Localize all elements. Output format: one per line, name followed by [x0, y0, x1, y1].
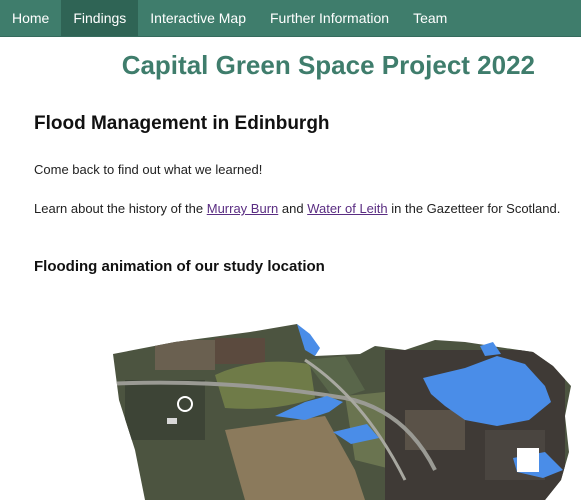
gazetteer-suffix-text: in the Gazetteer for Scotland.	[387, 201, 561, 216]
gazetteer-prefix-text: Learn about the history of the	[34, 201, 207, 216]
top-navbar: Home Findings Interactive Map Further In…	[0, 0, 581, 37]
nav-further-information[interactable]: Further Information	[258, 0, 401, 36]
flood-animation-map	[113, 324, 571, 500]
page-heading: Flood Management in Edinburgh	[34, 113, 330, 134]
animation-heading: Flooding animation of our study location	[34, 258, 325, 275]
murray-burn-link[interactable]: Murray Burn	[207, 201, 279, 216]
nav-team[interactable]: Team	[401, 0, 459, 36]
gazetteer-middle-text: and	[278, 201, 308, 216]
nav-findings[interactable]: Findings	[61, 0, 139, 36]
water-of-leith-link[interactable]: Water of Leith	[307, 201, 387, 216]
nav-home[interactable]: Home	[0, 0, 61, 36]
nav-interactive-map[interactable]: Interactive Map	[138, 0, 258, 36]
intro-paragraph: Come back to find out what we learned!	[34, 162, 263, 177]
gazetteer-paragraph: Learn about the history of the Murray Bu…	[34, 201, 560, 216]
map-gap	[517, 448, 539, 472]
site-title: Capital Green Space Project 2022	[121, 50, 535, 80]
